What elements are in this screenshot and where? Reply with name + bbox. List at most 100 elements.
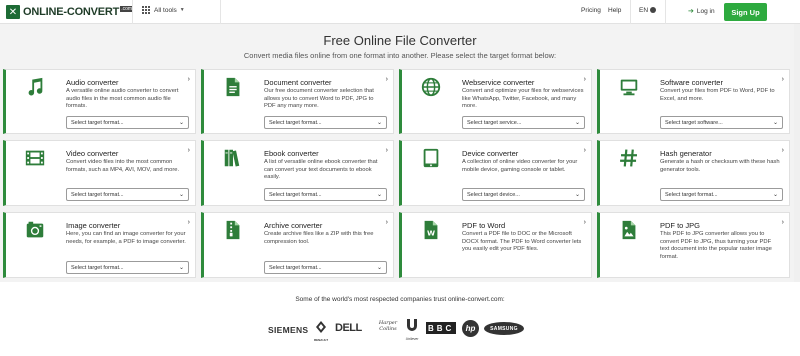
target-format-select[interactable]: Select target format... ⌄ <box>66 261 189 274</box>
chevron-right-icon[interactable]: › <box>386 147 388 154</box>
card-title: Ebook converter <box>264 149 319 158</box>
chevron-right-icon[interactable]: › <box>584 76 586 83</box>
target-format-select[interactable]: Select target format... ⌄ <box>264 188 387 201</box>
target-format-select[interactable]: Select target format... ⌄ <box>264 261 387 274</box>
chevron-right-icon[interactable]: › <box>782 147 784 154</box>
converter-card-video[interactable]: Video converter › Convert video files in… <box>3 140 196 206</box>
card-description: Convert a PDF file to DOC or the Microso… <box>462 231 582 252</box>
converter-card-device[interactable]: Device converter › A collection of onlin… <box>399 140 592 206</box>
chevron-right-icon[interactable]: › <box>386 219 388 226</box>
target-format-select[interactable]: Select target format... ⌄ <box>660 188 783 201</box>
card-title: Webservice converter <box>462 78 535 87</box>
divider <box>132 0 133 24</box>
chevron-down-icon: ⌄ <box>178 265 184 271</box>
chevron-right-icon[interactable]: › <box>386 76 388 83</box>
svg-text:W: W <box>427 229 435 238</box>
converter-card-document[interactable]: Document converter › Our free document c… <box>201 69 394 134</box>
trust-heading: Some of the world's most respected compa… <box>295 296 505 303</box>
chevron-right-icon[interactable]: › <box>584 219 586 226</box>
login-icon: ➔ <box>688 8 694 15</box>
hash-icon <box>620 149 637 167</box>
language-label: EN <box>639 7 649 14</box>
select-value: Select target format... <box>71 119 124 126</box>
card-description: A list of versatile online ebook convert… <box>264 159 378 180</box>
renault-diamond-icon <box>316 321 326 333</box>
select-value: Select target format... <box>269 119 322 126</box>
monitor-icon <box>620 79 638 96</box>
login-label: Log in <box>696 7 715 15</box>
target-software-select[interactable]: Select target software... ⌄ <box>660 116 783 129</box>
card-title: PDF to JPG <box>660 221 701 230</box>
divider <box>630 0 631 24</box>
chevron-down-icon: ⌄ <box>376 192 382 198</box>
hp-logo: hp <box>462 320 479 337</box>
card-title: Audio converter <box>66 78 119 87</box>
all-tools-label: All tools <box>154 6 177 14</box>
archive-icon <box>226 220 240 240</box>
chevron-right-icon[interactable]: › <box>782 219 784 226</box>
page-title: Free Online File Converter <box>323 33 477 48</box>
target-device-select[interactable]: Select target device... ⌄ <box>462 188 585 201</box>
globe-icon <box>650 7 657 13</box>
target-service-select[interactable]: Select target service... ⌄ <box>462 116 585 129</box>
target-format-select[interactable]: Select target format... ⌄ <box>264 116 387 129</box>
chevron-down-icon: ⌄ <box>376 120 382 126</box>
chevron-down-icon: ▼ <box>179 7 185 13</box>
converter-card-hash[interactable]: Hash generator › Generate a hash or chec… <box>597 140 790 206</box>
login-link[interactable]: ➔ Log in <box>688 7 715 16</box>
card-title: Document converter <box>264 78 332 87</box>
select-value: Select target service... <box>467 119 522 126</box>
card-description: Create archive files like a ZIP with thi… <box>264 231 374 245</box>
renault-wordmark: RENAULT <box>313 338 329 342</box>
siemens-logo: SIEMENS <box>268 325 309 335</box>
converter-card-ebook[interactable]: Ebook converter › A list of versatile on… <box>201 140 394 206</box>
unilever-u-icon <box>407 319 417 331</box>
site-logo[interactable]: ✕ ONLINE-CONVERT .com <box>6 4 134 20</box>
all-tools-menu[interactable]: All tools ▼ <box>142 6 185 14</box>
tablet-icon <box>423 148 439 168</box>
signup-button[interactable]: Sign Up <box>724 3 767 21</box>
card-description: Convert your files from PDF to Word, PDF… <box>660 88 775 102</box>
grid-icon <box>142 6 150 14</box>
chevron-right-icon[interactable]: › <box>188 147 190 154</box>
chevron-right-icon[interactable]: › <box>188 76 190 83</box>
chevron-right-icon[interactable]: › <box>782 76 784 83</box>
select-value: Select target format... <box>269 264 322 271</box>
converter-card-image[interactable]: Image converter › Here, you can find an … <box>3 212 196 278</box>
chevron-down-icon: ⌄ <box>178 120 184 126</box>
language-selector[interactable]: EN <box>639 7 657 14</box>
card-title: Image converter <box>66 221 121 230</box>
card-description: A versatile online audio converter to co… <box>66 88 179 109</box>
chevron-right-icon[interactable]: › <box>188 219 190 226</box>
chevron-right-icon[interactable]: › <box>584 147 586 154</box>
help-link[interactable]: Help <box>608 7 621 14</box>
trust-section <box>0 282 800 356</box>
select-value: Select target format... <box>71 191 124 198</box>
select-value: Select target format... <box>665 191 718 198</box>
divider <box>220 0 221 24</box>
select-value: Select target format... <box>269 191 322 198</box>
target-format-select[interactable]: Select target format... ⌄ <box>66 116 189 129</box>
card-description: Here, you can find an image converter fo… <box>66 231 186 245</box>
converter-card-audio[interactable]: Audio converter › A versatile online aud… <box>3 69 196 134</box>
film-icon <box>25 150 45 166</box>
converter-card-archive[interactable]: Archive converter › Create archive files… <box>201 212 394 278</box>
chevron-down-icon: ⌄ <box>178 192 184 198</box>
chevron-down-icon: ⌄ <box>772 192 778 198</box>
card-title: PDF to Word <box>462 221 506 230</box>
select-value: Select target format... <box>71 264 124 271</box>
unilever-logo: Unilever <box>403 318 421 341</box>
pricing-link[interactable]: Pricing <box>581 7 601 14</box>
card-description: A collection of online video converter f… <box>462 159 578 173</box>
converter-card-webservice[interactable]: Webservice converter › Convert and optim… <box>399 69 592 134</box>
card-title: Device converter <box>462 149 519 158</box>
harpercollins-logo: Harper Collins <box>378 320 398 332</box>
chevron-down-icon: ⌄ <box>772 120 778 126</box>
converter-card-software[interactable]: Software converter › Convert your files … <box>597 69 790 134</box>
chevron-down-icon: ⌄ <box>574 192 580 198</box>
target-format-select[interactable]: Select target format... ⌄ <box>66 188 189 201</box>
converter-card-pdf-to-word[interactable]: W PDF to Word › Convert a PDF file to DO… <box>399 212 592 278</box>
card-title: Video converter <box>66 149 119 158</box>
chevron-down-icon: ⌄ <box>376 265 382 271</box>
converter-card-pdf-to-jpg[interactable]: PDF to JPG › This PDF to JPG converter a… <box>597 212 790 278</box>
